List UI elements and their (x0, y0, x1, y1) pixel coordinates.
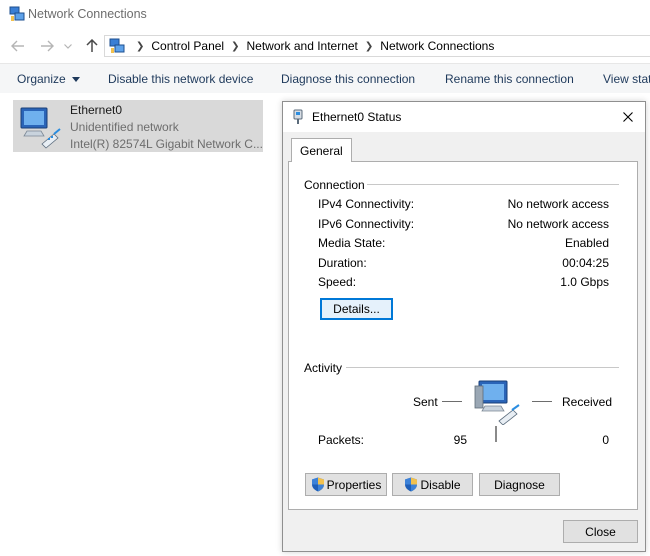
dialog-title: Ethernet0 Status (312, 110, 402, 124)
diagnose-button[interactable]: Diagnose (479, 473, 560, 496)
ethernet-status-dialog: Ethernet0 Status General Connection IPv4… (282, 101, 646, 552)
received-label: Received (562, 395, 613, 409)
ipv6-label: IPv6 Connectivity: (318, 217, 415, 231)
arrow-right-icon (41, 40, 54, 52)
properties-button-label: Properties (326, 477, 382, 492)
activity-divider (495, 426, 497, 442)
tab-general[interactable]: General (291, 138, 352, 162)
packets-sent-value: 95 (453, 433, 467, 447)
diagnose-connection-command[interactable]: Diagnose this connection (281, 72, 415, 86)
duration-label: Duration: (318, 256, 367, 270)
chevron-right-icon: ❯ (136, 40, 145, 52)
close-button[interactable]: Close (563, 520, 638, 543)
sent-connector (442, 401, 462, 402)
command-bar: Organize Disable this network device Dia… (0, 63, 650, 93)
window-titlebar: Network Connections (0, 0, 650, 30)
dialog-close-button[interactable] (611, 102, 645, 132)
details-button[interactable]: Details... (320, 298, 393, 320)
arrow-up-icon (86, 39, 98, 52)
ipv4-label: IPv4 Connectivity: (318, 197, 415, 211)
ipv6-value: No network access (507, 217, 609, 231)
back-button[interactable] (9, 37, 27, 55)
adapter-name: Ethernet0 (70, 103, 123, 117)
tab-panel-general: Connection IPv4 Connectivity: No network… (288, 161, 638, 510)
navigation-bar: ❯ Control Panel ❯ Network and Internet ❯… (0, 30, 650, 62)
properties-button[interactable]: Properties (305, 473, 387, 496)
view-status-command[interactable]: View stat (603, 72, 650, 86)
rename-connection-command[interactable]: Rename this connection (445, 72, 574, 86)
breadcrumb: ❯ Control Panel ❯ Network and Internet ❯… (129, 39, 494, 53)
chevron-right-icon: ❯ (231, 40, 240, 52)
received-connector (532, 401, 552, 402)
disable-button-label: Disable (420, 477, 461, 492)
media-state-label: Media State: (318, 236, 386, 250)
packets-label: Packets: (318, 433, 365, 447)
ipv4-value: No network access (507, 197, 609, 211)
adapter-device: Intel(R) 82574L Gigabit Network C... (70, 137, 263, 151)
connection-group-label: Connection (304, 178, 365, 192)
activity-group-label: Activity (304, 361, 343, 375)
media-state-value: Enabled (564, 236, 609, 250)
shield-icon (311, 477, 324, 492)
shield-icon (405, 477, 418, 492)
caret-down-icon (72, 77, 81, 83)
network-connections-icon (9, 6, 25, 21)
address-bar[interactable]: ❯ Control Panel ❯ Network and Internet ❯… (104, 35, 650, 57)
speed-label: Speed: (318, 275, 357, 289)
network-adapter-icon (20, 107, 61, 149)
organize-menu[interactable]: Organize (17, 72, 81, 86)
up-button[interactable] (83, 37, 101, 55)
adapter-tile-ethernet0[interactable]: Ethernet0 Unidentified network Intel(R) … (13, 100, 263, 152)
sent-label: Sent (413, 395, 438, 409)
recent-locations-button[interactable] (62, 37, 74, 55)
chevron-right-icon: ❯ (364, 40, 374, 52)
organize-label: Organize (17, 72, 66, 86)
window-title: Network Connections (28, 7, 147, 21)
packets-received-value: 0 (602, 433, 609, 447)
chevron-down-icon (64, 43, 72, 49)
activity-group-divider (346, 367, 619, 368)
dialog-titlebar: Ethernet0 Status (283, 102, 645, 132)
duration-value: 00:04:25 (562, 256, 609, 270)
disable-device-command[interactable]: Disable this network device (108, 72, 253, 86)
speed-value: 1.0 Gbps (560, 275, 609, 289)
breadcrumb-control-panel[interactable]: Control Panel (151, 39, 224, 53)
forward-button[interactable] (38, 37, 56, 55)
connection-group-divider (367, 184, 619, 185)
network-plug-icon (293, 109, 303, 124)
breadcrumb-network-connections[interactable]: Network Connections (380, 39, 494, 53)
disable-button[interactable]: Disable (392, 473, 473, 496)
close-icon (623, 112, 633, 122)
network-connections-icon (109, 38, 125, 53)
adapter-status: Unidentified network (70, 120, 179, 134)
network-computer-icon (474, 380, 520, 425)
arrow-left-icon (11, 40, 24, 52)
breadcrumb-network-and-internet[interactable]: Network and Internet (247, 39, 358, 53)
